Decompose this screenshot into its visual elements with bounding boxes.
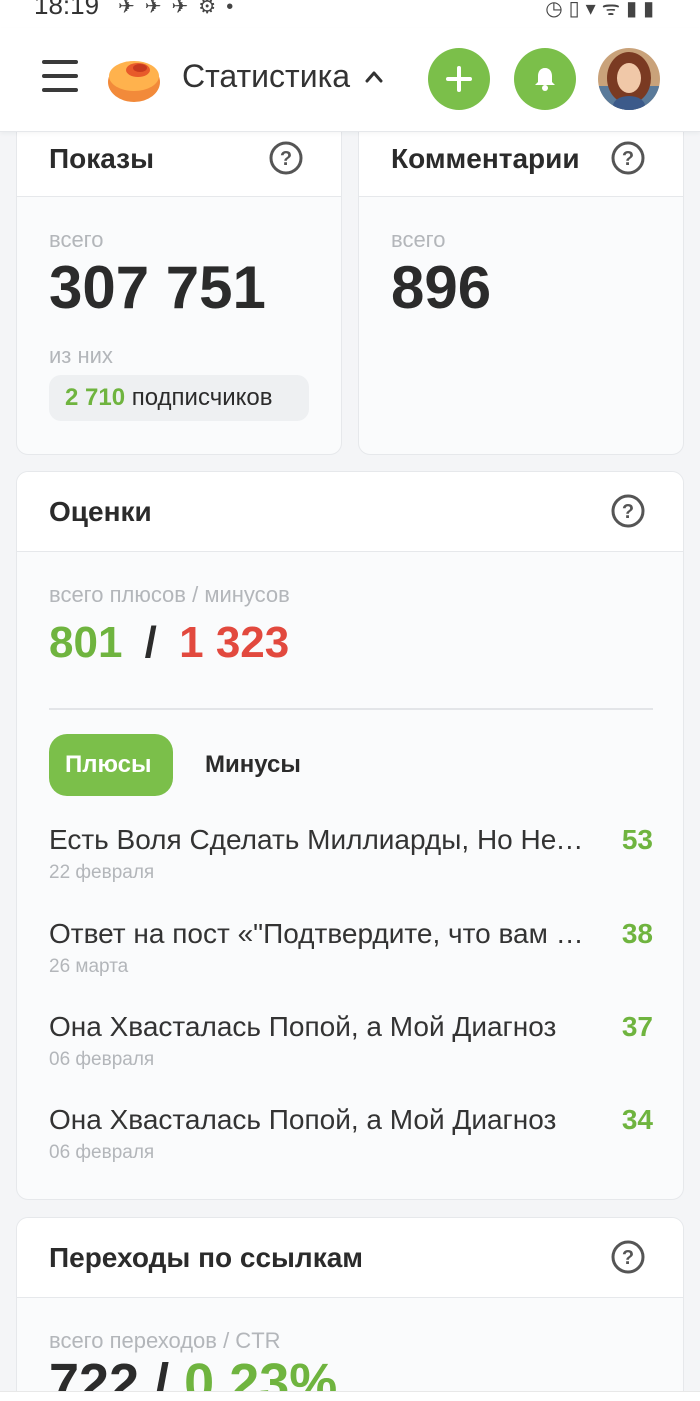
post-date: 26 марта [49, 956, 129, 977]
bottom-edge [0, 1391, 700, 1401]
comments-total-label: всего [391, 227, 446, 252]
list-item[interactable]: Есть Воля Сделать Миллиарды, Но Нет Дене… [49, 824, 653, 894]
svg-text:?: ? [622, 148, 634, 170]
status-time: 18:19 [34, 0, 100, 20]
page-title-dropdown[interactable]: Статистика [182, 58, 384, 95]
post-score: 34 [621, 1104, 653, 1135]
add-post-button[interactable] [428, 48, 490, 110]
post-date: 06 февраля [49, 1049, 155, 1070]
shows-of-them-label: из них [49, 343, 113, 368]
status-bar: 18:19 ✈✈✈⚙• ◷▯▾ᯤ▮▮ [0, 0, 700, 28]
post-score: 37 [621, 1011, 653, 1042]
post-score: 38 [621, 918, 653, 949]
shows-card: Показы ? всего 307 751 из них 2 710 подп… [16, 118, 342, 455]
post-title: Она Хвасталась Попой, а Мой Диагноз [49, 1104, 557, 1135]
list-item[interactable]: Ответ на пост «"Подтвердите, что вам нет… [49, 918, 653, 988]
post-date: 06 февраля [49, 1142, 155, 1163]
ratings-title: Оценки [49, 496, 152, 527]
app-header: Статистика [0, 28, 700, 132]
help-icon[interactable]: ? [611, 1240, 645, 1274]
plus-icon [446, 66, 472, 92]
page-title: Статистика [182, 58, 351, 94]
help-icon[interactable]: ? [611, 141, 645, 175]
post-title: Она Хвасталась Попой, а Мой Диагноз [49, 1011, 557, 1042]
shows-title: Показы [49, 143, 154, 174]
tab-plus[interactable]: Плюсы [49, 734, 173, 796]
ratings-card: Оценки ? всего плюсов / минусов 801 / 1 … [16, 471, 684, 1200]
post-date: 22 февраля [49, 862, 155, 883]
ratings-label: всего плюсов / минусов [49, 582, 290, 607]
post-score: 53 [621, 824, 653, 855]
shows-total-label: всего [49, 227, 104, 252]
shows-total-value: 307 751 [49, 254, 266, 321]
comments-total-value: 896 [391, 254, 492, 321]
links-card: Переходы по ссылкам ? всего переходов / … [16, 1217, 684, 1401]
comments-title: Комментарии [391, 143, 580, 174]
links-title: Переходы по ссылкам [49, 1242, 364, 1273]
chevron-up-icon [365, 71, 383, 82]
avatar[interactable] [598, 48, 660, 110]
post-title: Ответ на пост «"Подтвердите, что вам нет… [49, 918, 589, 949]
svg-text:?: ? [622, 1247, 634, 1269]
hamburger-icon[interactable] [42, 60, 78, 92]
subscribers-label: подписчиков [131, 384, 273, 411]
bell-icon [535, 68, 555, 91]
links-label: всего переходов / CTR [49, 1328, 281, 1353]
list-item[interactable]: Она Хвасталась Попой, а Мой Диагноз 06 ф… [49, 1011, 653, 1081]
ratings-tabs: Плюсы Минусы [49, 734, 301, 796]
divider [49, 708, 653, 710]
help-icon[interactable]: ? [611, 494, 645, 528]
svg-text:?: ? [280, 148, 292, 170]
minus-total: 1 323 [179, 618, 290, 667]
comments-card: Комментарии ? всего 896 [358, 118, 684, 455]
subscribers-pill: 2 710 подписчиков [49, 375, 309, 421]
help-icon[interactable]: ? [269, 141, 303, 175]
notification-icons: ✈✈✈⚙• [118, 0, 244, 18]
avatar-image [598, 48, 660, 110]
svg-text:?: ? [622, 501, 634, 523]
pikabu-logo[interactable] [106, 52, 162, 104]
tab-minus[interactable]: Минусы [205, 751, 301, 779]
ratings-totals: 801 / 1 323 [49, 618, 289, 668]
notifications-button[interactable] [514, 48, 576, 110]
system-icons: ◷▯▾ᯤ▮▮ [545, 0, 660, 20]
ratings-separator: / [144, 618, 157, 667]
subscribers-value: 2 710 [65, 384, 126, 411]
links-card-header: Переходы по ссылкам ? [17, 1218, 683, 1298]
list-item[interactable]: Она Хвасталась Попой, а Мой Диагноз 06 ф… [49, 1104, 653, 1174]
post-title: Есть Воля Сделать Миллиарды, Но Нет Дене… [49, 824, 589, 855]
plus-total: 801 [49, 618, 123, 667]
ratings-card-header: Оценки ? [17, 472, 683, 552]
